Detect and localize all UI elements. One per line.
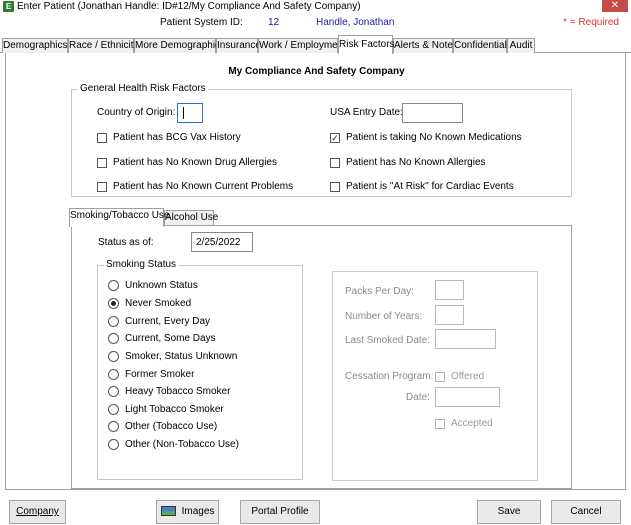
checkbox-box [97,181,107,192]
packs-per-day-field[interactable] [435,280,464,300]
no-known-drug-allergies-checkbox[interactable]: Patient has No Known Drug Allergies [97,157,277,168]
general-health-legend: General Health Risk Factors [78,83,208,94]
risk-factors-panel: My Compliance And Safety Company General… [5,53,626,490]
radio-circle [108,421,119,432]
save-button[interactable]: Save [477,500,541,524]
company-heading: My Compliance And Safety Company [228,66,405,77]
usa-entry-date-label: USA Entry Date: [330,107,403,118]
radio-heavy-tobacco-smoker[interactable]: Heavy Tobacco Smoker [108,386,230,397]
cessation-date-label: Date: [406,392,430,403]
status-as-of-field[interactable]: 2/25/2022 [191,232,253,252]
cessation-offered-checkbox[interactable]: Offered [435,371,484,382]
radio-circle [108,316,119,327]
tab-alerts-notes[interactable]: Alerts & Notes [393,38,458,53]
portal-profile-button[interactable]: Portal Profile [240,500,320,524]
number-of-years-label: Number of Years: [345,311,423,322]
no-known-medications-checkbox[interactable]: ✓ Patient is taking No Known Medications [330,132,522,143]
radio-light-tobacco-smoker[interactable]: Light Tobacco Smoker [108,404,224,415]
smoking-status-legend: Smoking Status [104,259,179,270]
tab-work-employment[interactable]: Work / Employmen [258,38,343,53]
required-note: * = Required [563,17,619,28]
checkbox-box [435,371,445,382]
window-titlebar: E Enter Patient (Jonathan Handle: ID#12/… [0,0,631,14]
status-as-of-label: Status as of: [98,237,154,248]
cessation-program-label: Cessation Program: [345,371,434,382]
app-icon: E [3,1,14,12]
last-smoked-date-label: Last Smoked Date: [345,335,431,346]
patient-name: Handle, Jonathan [316,17,395,28]
images-icon [160,506,176,517]
radio-circle [108,351,119,362]
subtab-smoking-tobacco[interactable]: Smoking/Tobacco Use [69,208,170,227]
radio-circle [108,439,119,450]
packs-per-day-label: Packs Per Day: [345,286,414,297]
cessation-accepted-checkbox[interactable]: Accepted [435,418,493,429]
tab-audit[interactable]: Audit [507,38,535,53]
text-cursor [183,107,184,119]
company-button[interactable]: Company [9,500,66,524]
number-of-years-field[interactable] [435,305,464,325]
cancel-button[interactable]: Cancel [551,500,621,524]
no-known-current-problems-checkbox[interactable]: Patient has No Known Current Problems [97,181,293,192]
main-tabstrip: Demographics Race / Ethnicity More Demog… [0,35,631,54]
radio-circle [108,386,119,397]
checkbox-box [435,418,445,429]
checkbox-box [97,157,107,168]
country-of-origin-field[interactable] [177,103,203,123]
radio-circle [108,333,119,344]
smoking-details-group: Packs Per Day: Number of Years: Last Smo… [332,271,538,481]
system-id-label: Patient System ID: [160,17,243,28]
country-of-origin-label: Country of Origin: [97,107,176,118]
usa-entry-date-field[interactable] [402,103,463,123]
no-known-allergies-checkbox[interactable]: Patient has No Known Allergies [330,157,486,168]
tab-demographics[interactable]: Demographics [2,38,68,53]
last-smoked-date-field[interactable] [435,329,496,349]
tab-confidential[interactable]: Confidential [453,38,507,53]
smoking-panel: Status as of: 2/25/2022 Smoking Status U… [71,225,572,489]
checkbox-box [97,132,107,143]
radio-never-smoked[interactable]: Never Smoked [108,298,191,309]
patient-info-bar: Patient System ID: 12 Handle, Jonathan *… [0,14,631,30]
radio-circle [108,280,119,291]
at-risk-cardiac-checkbox[interactable]: Patient is "At Risk" for Cardiac Events [330,181,514,192]
general-health-group: General Health Risk Factors Country of O… [71,83,572,197]
checkbox-box [330,157,340,168]
subtab-alcohol[interactable]: Alcohol Use [164,210,218,226]
radio-smoker-status-unknown[interactable]: Smoker, Status Unknown [108,351,237,362]
radio-former-smoker[interactable]: Former Smoker [108,369,194,380]
radio-other-non-tobacco-use[interactable]: Other (Non-Tobacco Use) [108,439,239,450]
close-button[interactable]: ✕ [602,0,628,12]
radio-circle-selected [108,298,119,309]
images-button[interactable]: Images [156,500,219,524]
radio-other-tobacco-use[interactable]: Other (Tobacco Use) [108,421,217,432]
tab-race-ethnicity[interactable]: Race / Ethnicity [68,38,138,53]
radio-circle [108,404,119,415]
radio-circle [108,369,119,380]
tab-insurance[interactable]: Insurance [216,38,261,53]
tab-more-demographics[interactable]: More Demographics [134,38,225,53]
bcg-vax-history-checkbox[interactable]: Patient has BCG Vax History [97,132,241,143]
window-title: Enter Patient (Jonathan Handle: ID#12/My… [17,1,361,12]
cessation-date-field[interactable] [435,387,500,407]
checkbox-box [330,181,340,192]
smoking-status-group: Smoking Status Unknown Status Never Smok… [97,259,303,480]
radio-unknown-status[interactable]: Unknown Status [108,280,198,291]
tab-risk-factors[interactable]: Risk Factors [338,35,395,54]
checkbox-box: ✓ [330,132,340,143]
system-id-value: 12 [268,17,280,28]
radio-current-every-day[interactable]: Current, Every Day [108,316,210,327]
radio-current-some-days[interactable]: Current, Some Days [108,333,216,344]
